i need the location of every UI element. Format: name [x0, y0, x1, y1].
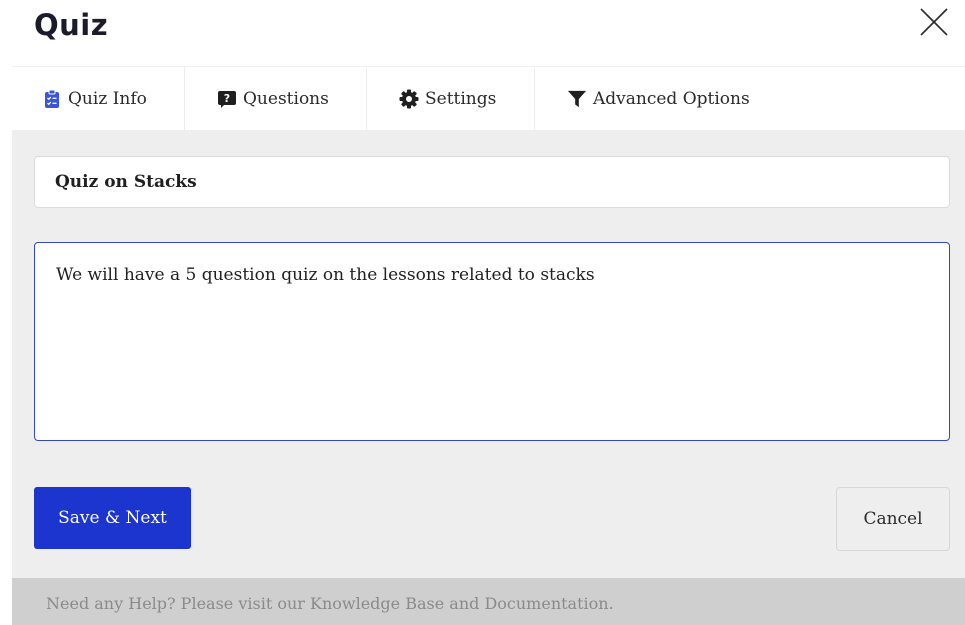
- tab-label: Questions: [243, 89, 329, 109]
- tab-label: Settings: [425, 89, 497, 109]
- tab-settings[interactable]: Settings: [367, 67, 534, 131]
- quiz-description-textarea[interactable]: We will have a 5 question quiz on the le…: [34, 242, 950, 441]
- cancel-button[interactable]: Cancel: [836, 487, 950, 551]
- close-button[interactable]: [918, 6, 950, 38]
- tab-bar: Quiz Info ? Questions Settings Advanced …: [12, 66, 965, 131]
- tab-label: Quiz Info: [68, 89, 147, 109]
- save-next-button[interactable]: Save & Next: [34, 487, 191, 549]
- clipboard-list-icon: [42, 89, 62, 109]
- tab-quiz-info[interactable]: Quiz Info: [12, 67, 184, 131]
- filter-icon: [567, 89, 587, 109]
- tab-advanced-options[interactable]: Advanced Options: [535, 67, 795, 131]
- question-square-icon: ?: [217, 89, 237, 109]
- help-text: Need any Help? Please visit our Knowledg…: [46, 594, 614, 613]
- modal-header: Quiz: [0, 0, 965, 66]
- svg-text:?: ?: [224, 92, 230, 105]
- quiz-description-value: We will have a 5 question quiz on the le…: [56, 265, 595, 285]
- quiz-name-value: Quiz on Stacks: [55, 172, 197, 192]
- tab-questions[interactable]: ? Questions: [185, 67, 366, 131]
- tab-label: Advanced Options: [593, 89, 750, 109]
- quiz-name-input[interactable]: Quiz on Stacks: [34, 156, 950, 208]
- gear-icon: [399, 89, 419, 109]
- page-title: Quiz: [34, 8, 109, 42]
- close-icon: [920, 8, 948, 36]
